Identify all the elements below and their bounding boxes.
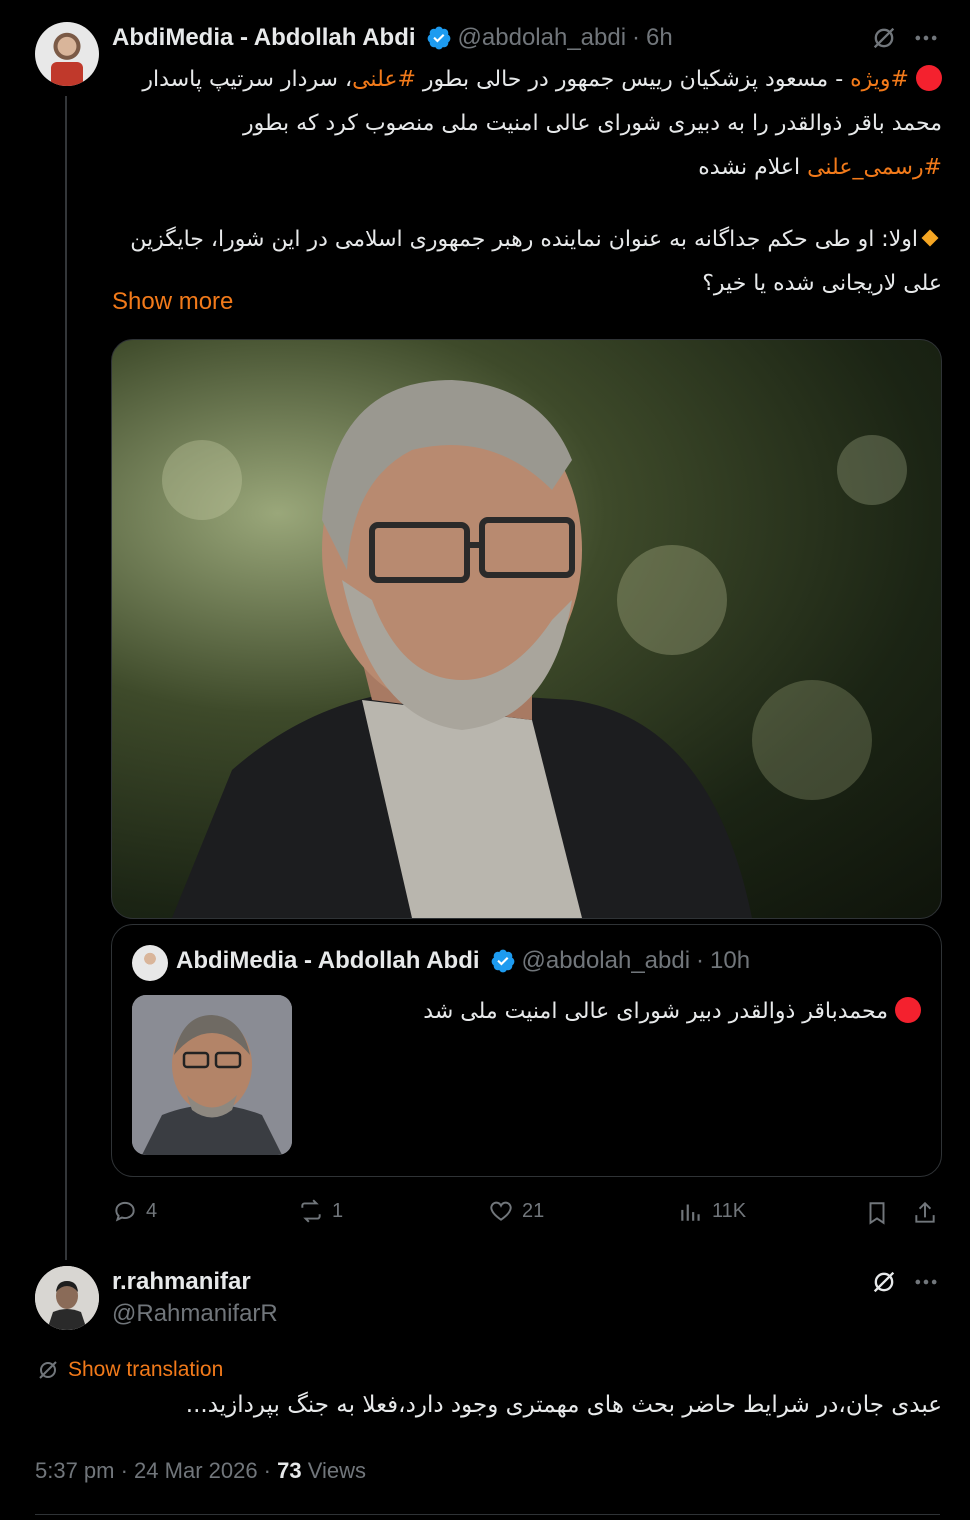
show-more-link[interactable]: Show more [112,288,233,316]
red-circle-icon [916,65,942,91]
post-header: AbdiMedia - Abdollah Abdi @abdolah_abdi … [112,24,673,52]
share-icon[interactable] [912,1200,938,1226]
reply-button[interactable]: 4 [112,1198,157,1224]
show-translation-link[interactable]: Show translation [36,1358,223,1382]
quoted-author-name: AbdiMedia - Abdollah Abdi [176,947,480,974]
translate-icon [39,1361,57,1379]
reply-view-count: 73 [277,1458,302,1483]
hashtag-link[interactable]: #علنی [352,67,416,92]
quoted-author-avatar [132,945,168,981]
grok-icon[interactable] [870,24,898,52]
reply-views-label: Views [301,1458,367,1483]
author-name[interactable]: AbdiMedia - Abdollah Abdi [112,24,416,52]
reply-text: عبدی جان،در شرایط حاضر بحث های مهمتری وج… [185,1392,942,1418]
verified-badge-icon [491,949,514,973]
post-text: #ویژه - مسعود پزشکیان رییس جمهور در حالی… [112,58,942,306]
bookmark-icon[interactable] [864,1200,890,1226]
repost-icon [301,1199,321,1223]
post-time[interactable]: 6h [646,24,673,52]
post-text-line-1: #ویژه - مسعود پزشکیان رییس جمهور در حالی… [112,58,942,102]
reply-count: 4 [146,1199,158,1222]
reply-author-avatar[interactable] [35,1266,99,1330]
post-text-segment: اعلام نشده [698,155,808,180]
post-text-segment: - مسعود پزشکیان رییس جمهور در حالی بطور [415,67,851,92]
like-button[interactable]: 21 [488,1198,544,1224]
post-text-line-5: علی لاریجانی شده یا خیر؟ [702,271,942,296]
reply-meta: 5:37 pm · 24 Mar 2026 · 73 Views [35,1458,366,1484]
more-options-icon[interactable] [912,24,940,52]
more-options-icon[interactable] [912,1268,940,1296]
quoted-post-header: AbdiMedia - Abdollah Abdi @abdolah_abdi … [176,947,750,975]
reply-timestamp[interactable]: 5:37 pm · 24 Mar 2026 · [35,1458,277,1483]
post-text-line-4: اولا: او طی حکم جداگانه به عنوان نماینده… [112,218,942,262]
like-count: 21 [522,1199,545,1222]
author-handle[interactable]: @abdolah_abdi [458,24,627,52]
thread-line [65,96,67,1260]
repost-button[interactable]: 1 [298,1198,343,1224]
verified-badge-icon [427,26,450,50]
post-text-line-3: #رسمی_علنی اعلام نشده [112,146,942,190]
quoted-post-time: 10h [710,947,751,974]
reply-author-name[interactable]: r.rahmanifar [112,1268,251,1296]
grok-icon[interactable] [870,1268,898,1296]
views-button[interactable]: 11K [678,1198,746,1224]
heart-icon [490,1201,512,1221]
portrait-illustration [162,380,907,918]
post-text-segment: اولا: او طی حکم جداگانه به عنوان نماینده… [130,227,918,252]
quoted-post-thumbnail [132,995,292,1155]
reply-author-handle[interactable]: @RahmanifarR [112,1300,278,1328]
author-avatar[interactable] [35,22,99,86]
bottom-divider [35,1514,940,1515]
repost-count: 1 [332,1199,344,1222]
orange-diamond-icon [921,229,939,247]
reply-icon [115,1201,135,1222]
separator-dot: · [632,24,641,51]
red-circle-icon [895,997,921,1023]
post-text-segment: ، سردار سرتیپ پاسدار [142,67,353,92]
separator-dot: · [696,947,705,974]
post-image[interactable] [111,339,942,919]
quoted-post-text: محمدباقر ذوالقدر دبیر شورای عالی امنیت م… [321,997,921,1024]
analytics-icon [681,1204,700,1221]
post-text-line-2: محمد باقر ذوالقدر را به دبیری شورای عالی… [243,111,942,136]
quoted-author-handle: @abdolah_abdi [521,947,691,974]
hashtag-link[interactable]: #ویژه [850,67,909,92]
hashtag-link[interactable]: #رسمی_علنی [807,155,942,180]
views-count: 11K [712,1199,747,1222]
quoted-post-text-content: محمدباقر ذوالقدر دبیر شورای عالی امنیت م… [423,999,888,1024]
quoted-post[interactable]: AbdiMedia - Abdollah Abdi @abdolah_abdi … [111,924,942,1177]
show-translation-label: Show translation [68,1358,224,1381]
